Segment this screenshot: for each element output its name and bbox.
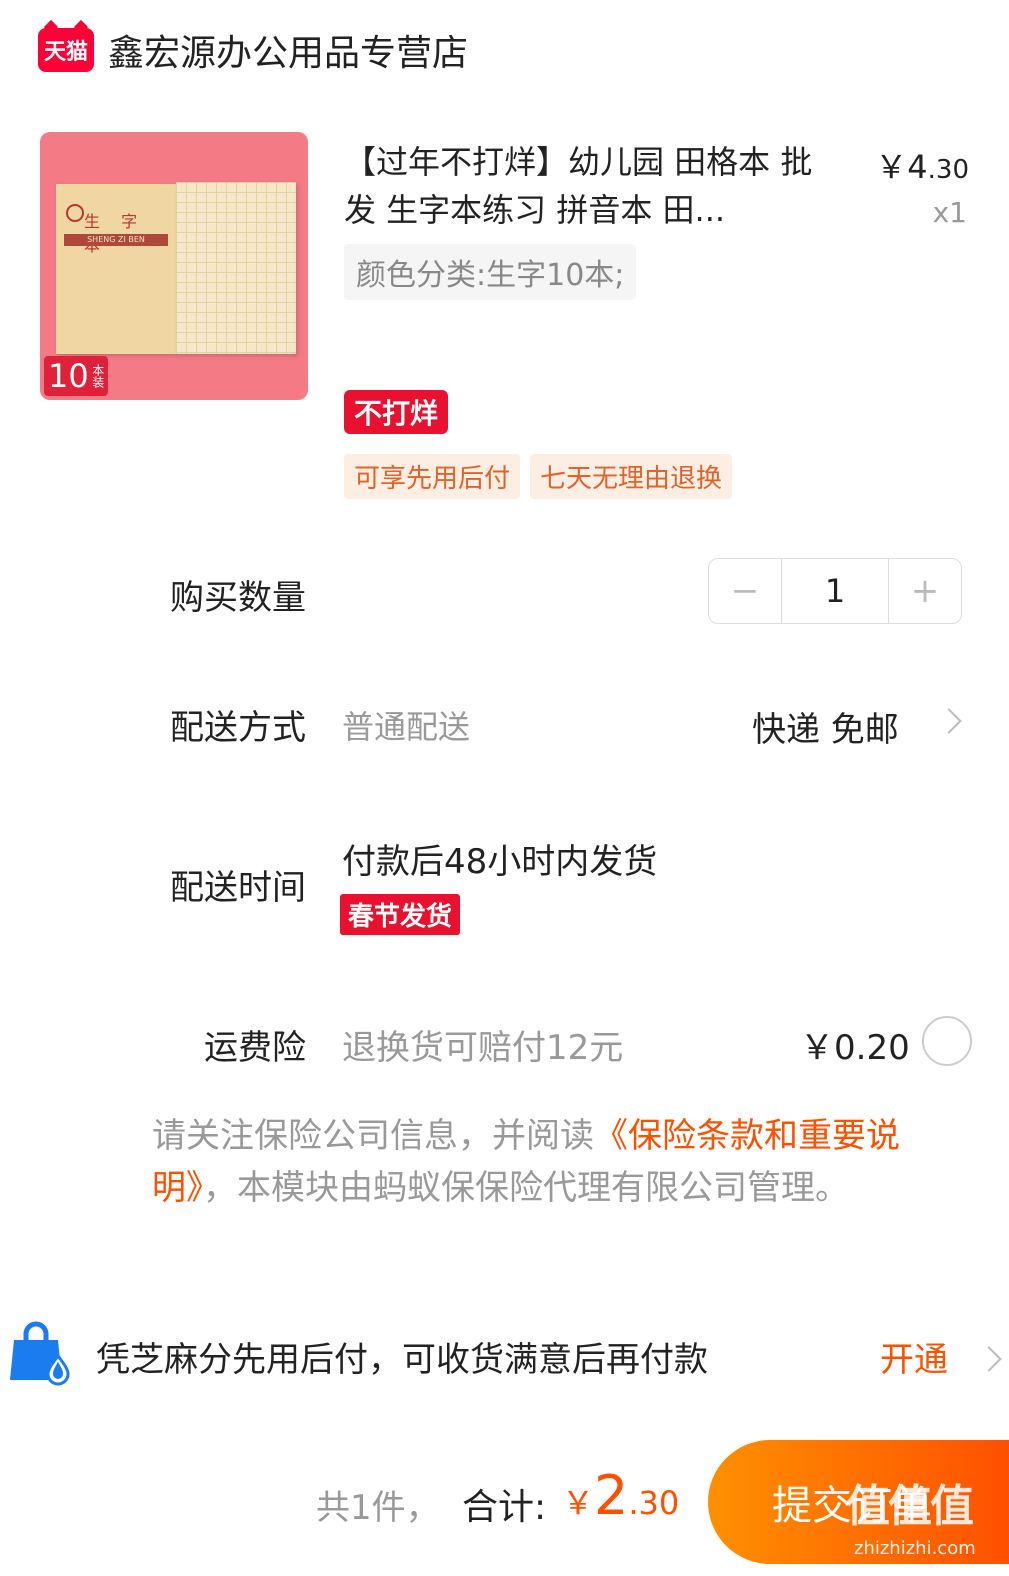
activate-button[interactable]: 开通 [880,1332,948,1381]
promo-tag: 不打烊 [344,390,449,434]
total-symbol: ￥ [562,1484,595,1522]
product-price: ￥4.30 [875,142,969,188]
delivery-time-text: 付款后48小时内发货 [342,842,658,882]
item-count: 共1件， [316,1488,440,1528]
sku-label: 颜色分类:生字10本; [344,244,637,300]
shop-name[interactable]: 鑫宏源办公用品专营店 [108,24,468,76]
notice-prefix: 请关注保险公司信息，并阅读 [152,1116,594,1156]
book-page [176,182,296,354]
insurance-desc: 退换货可赔付12元 [342,1028,624,1068]
total-label: 合计: [462,1487,547,1528]
service-tag: 七天无理由退换 [530,454,733,499]
service-tag: 可享先用后付 [344,454,521,499]
pack-count-number: 10 [48,357,89,395]
delivery-method[interactable]: 普通配送 [342,702,470,748]
product-title[interactable]: 【过年不打烊】幼儿园 田格本 批发 生字本练习 拼音本 田... [344,138,824,234]
total-amount: ￥2.30 [562,1464,679,1527]
price-dec: .30 [927,155,969,185]
quantity-label: 购买数量 [170,578,306,618]
pack-count-badge: 10 本装 [44,356,108,396]
book-cover: 生 字 本 SHENG ZI BEN [56,184,176,354]
shop-header[interactable]: 天猫 鑫宏源办公用品专营店 [38,24,468,76]
order-card: 天猫 鑫宏源办公用品专营店 生 字 本 SHENG ZI BEN 10 本装 【… [0,0,1009,1296]
spring-festival-badge: 春节发货 [340,894,461,935]
watermark-url: zhizhizhi.com [854,1538,976,1559]
insurance-label: 运费险 [204,1028,306,1068]
total-int: 2 [594,1464,629,1527]
book-logo-icon [66,204,84,222]
pay-later-text: 凭芝麻分先用后付，可收货满意后再付款 [96,1340,708,1380]
delivery-label: 配送方式 [170,708,306,748]
notice-suffix: ，本模块由蚂蚁保保险代理有限公司管理。 [203,1168,849,1208]
quantity-value[interactable]: 1 [781,559,889,623]
total-dec: .30 [628,1484,680,1522]
quantity-stepper[interactable]: − 1 + [708,558,962,624]
insurance-radio[interactable] [922,1016,972,1066]
price-int: 4 [907,148,928,186]
product-image[interactable]: 生 字 本 SHENG ZI BEN 10 本装 [40,132,308,400]
chevron-right-icon[interactable] [976,1346,1002,1372]
insurance-price: ￥0.20 [800,1028,910,1068]
delivery-time-label: 配送时间 [170,868,306,908]
book-cover-band: SHENG ZI BEN [64,234,168,246]
chevron-right-icon[interactable] [936,708,962,734]
increase-button[interactable]: + [889,559,961,623]
delivery-detail[interactable]: 快递 免邮 [752,702,899,751]
service-tags: 可享先用后付 七天无理由退换 [344,454,733,499]
book-cover-title: 生 字 本 [84,212,146,255]
product-quantity: x1 [932,196,967,229]
pay-later-bar[interactable]: 凭芝麻分先用后付，可收货满意后再付款 开通 [0,1296,1009,1412]
tmall-logo-icon: 天猫 [38,28,94,72]
price-symbol: ￥ [875,148,908,186]
insurance-notice: 请关注保险公司信息，并阅读《保险条款和重要说明》，本模块由蚂蚁保保险代理有限公司… [152,1110,972,1214]
shopping-bag-icon [10,1321,70,1386]
decrease-button[interactable]: − [709,559,781,623]
pack-count-unit: 本装 [90,364,105,388]
watermark: 值值值 [846,1481,974,1532]
